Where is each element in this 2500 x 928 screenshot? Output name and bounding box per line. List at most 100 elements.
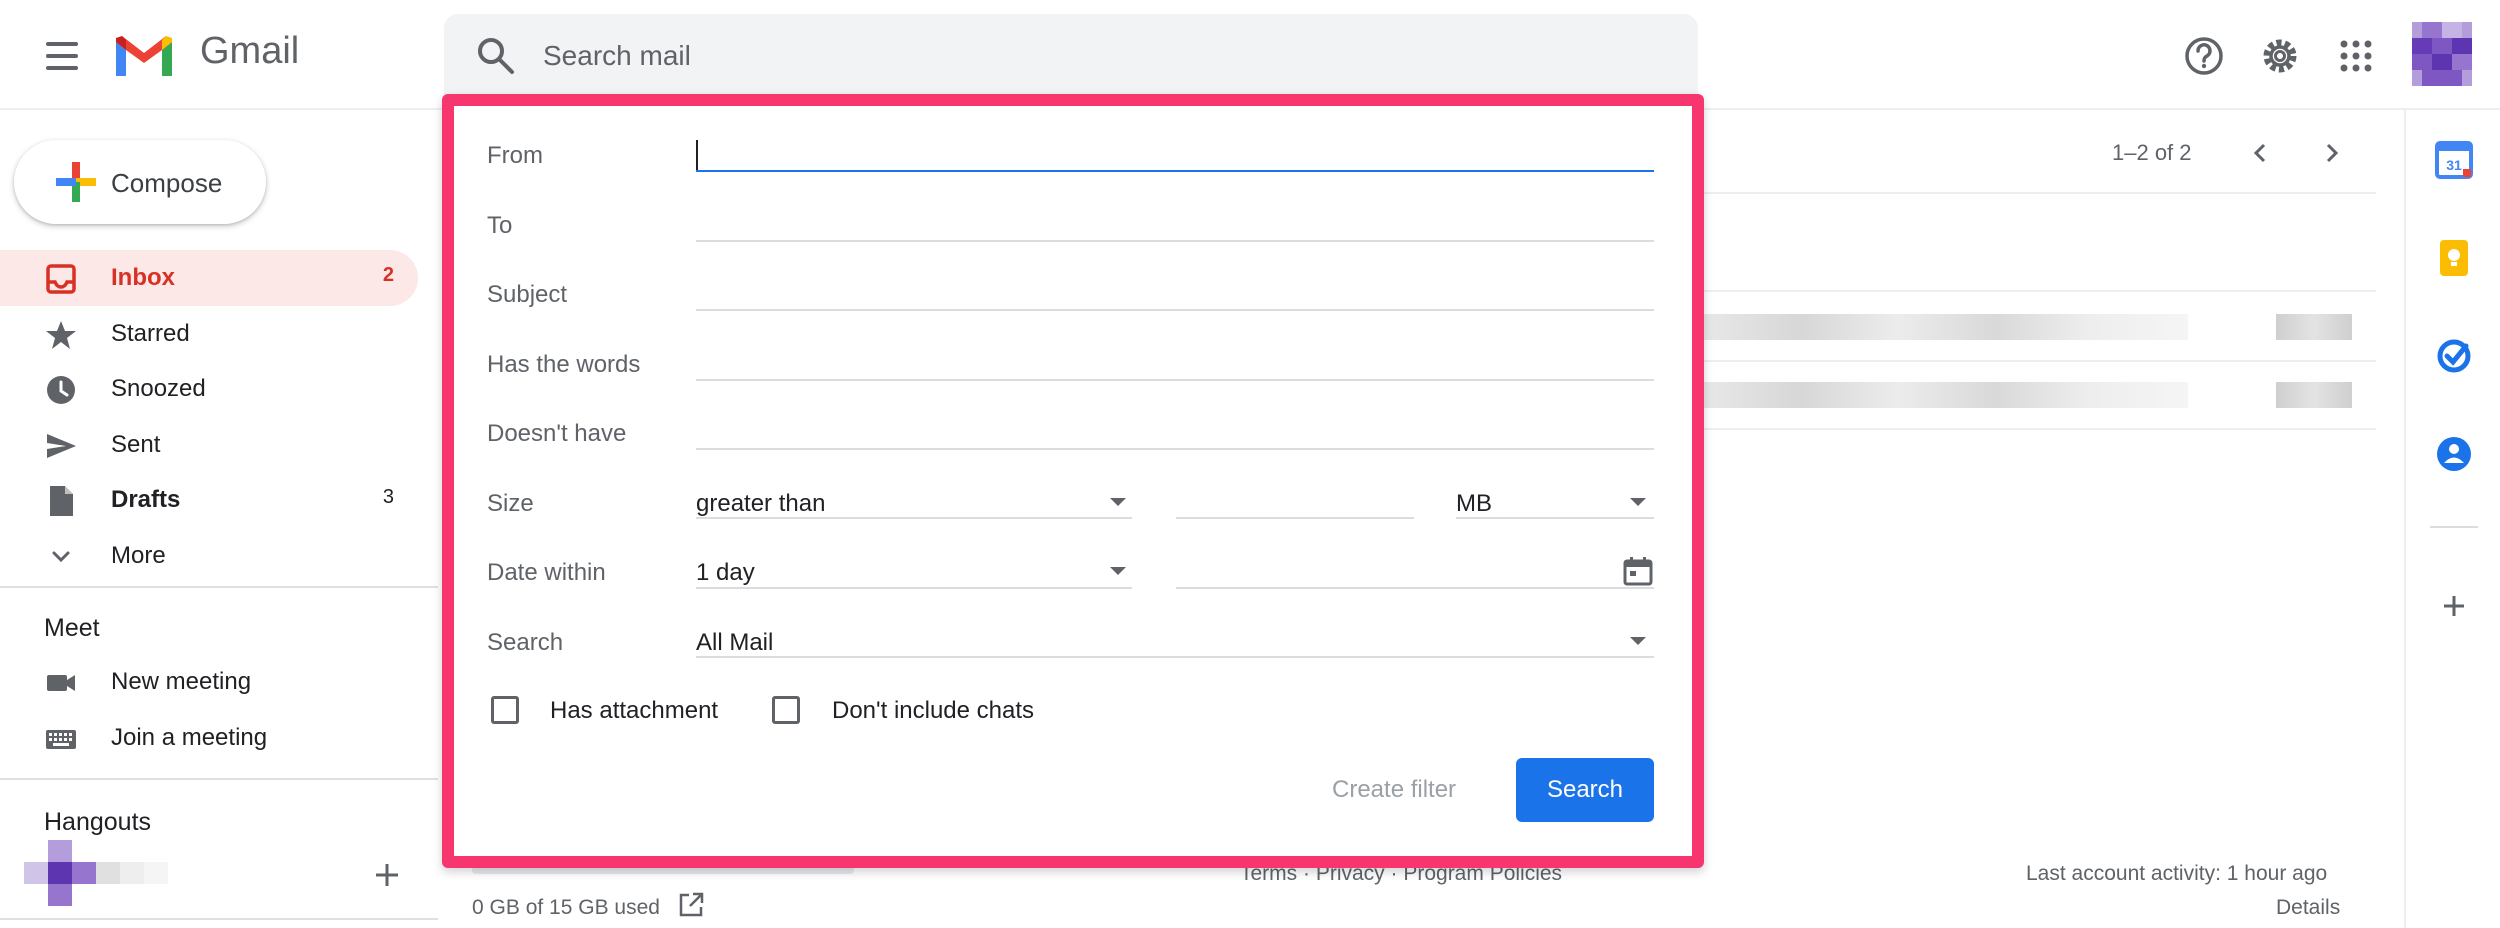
size-value-field[interactable] [1176, 517, 1414, 519]
new-meeting-label: New meeting [111, 668, 252, 695]
list-divider [1700, 360, 2376, 362]
video-camera-icon [47, 675, 75, 691]
hangouts-avatar[interactable] [24, 840, 196, 906]
email-row[interactable] [1704, 382, 2188, 408]
subject-field[interactable] [696, 309, 1654, 311]
doesnt-have-label: Doesn't have [487, 420, 627, 447]
from-label: From [487, 142, 543, 169]
join-meeting-label: Join a meeting [111, 724, 268, 751]
main-menu-button[interactable] [38, 36, 86, 76]
chevron-left-icon[interactable] [2246, 138, 2276, 168]
compose-label: Compose [111, 168, 223, 198]
list-divider [1700, 428, 2376, 430]
search-input[interactable]: Search mail [543, 40, 691, 72]
calendar-icon[interactable] [1622, 555, 1654, 587]
sidebar-item-label: Snoozed [111, 375, 206, 402]
sidebar-item-sent[interactable]: Sent [0, 417, 418, 473]
compose-button[interactable]: Compose [14, 140, 266, 224]
side-panel-divider [2430, 526, 2478, 528]
settings-icon[interactable] [2256, 32, 2304, 80]
pagination-text: 1–2 of 2 [2112, 140, 2192, 165]
list-divider [1700, 192, 2376, 194]
keep-app-icon[interactable] [2434, 238, 2474, 278]
unread-count: 2 [382, 264, 394, 286]
sidebar-divider [0, 918, 438, 920]
doesnt-have-field[interactable] [696, 448, 1654, 450]
sidebar-item-snoozed[interactable]: Snoozed [0, 361, 418, 417]
size-label: Size [487, 490, 534, 517]
size-unit-underline [1456, 517, 1654, 519]
sidebar-item-more[interactable]: More [0, 528, 418, 584]
sidebar-item-label: Inbox [111, 264, 175, 291]
dont-include-chats-checkbox[interactable] [772, 696, 800, 724]
calendar-app-icon[interactable]: 31 [2434, 140, 2474, 180]
dropdown-arrow-icon[interactable] [1110, 567, 1126, 575]
side-panel [2404, 110, 2500, 928]
add-icon[interactable] [372, 860, 402, 890]
app-name: Gmail [200, 30, 300, 72]
to-label: To [487, 212, 513, 239]
add-icon[interactable] [2434, 586, 2474, 626]
date-within-label: Date within [487, 559, 606, 586]
new-meeting-item[interactable]: New meeting [0, 654, 418, 710]
search-in-label: Search [487, 629, 564, 656]
dropdown-arrow-icon[interactable] [1630, 637, 1646, 645]
dropdown-arrow-icon[interactable] [1110, 498, 1126, 506]
chevron-right-icon[interactable] [2316, 138, 2346, 168]
has-words-field[interactable] [696, 379, 1654, 381]
meet-section-title: Meet [44, 614, 100, 642]
send-icon [47, 434, 76, 458]
date-field[interactable] [1176, 587, 1654, 589]
inbox-icon [46, 264, 76, 294]
from-field[interactable] [696, 170, 1654, 172]
keyboard-icon [46, 730, 76, 749]
create-filter-button[interactable]: Create filter [1332, 776, 1456, 804]
sidebar-divider [0, 586, 438, 588]
plus-icon [56, 162, 96, 202]
gmail-logo-icon[interactable] [112, 32, 176, 80]
apps-icon[interactable] [2332, 32, 2380, 80]
subject-label: Subject [487, 281, 568, 308]
sidebar-item-label: Sent [111, 431, 161, 458]
help-icon[interactable] [2180, 32, 2228, 80]
sidebar-item-drafts[interactable]: Drafts 3 [0, 472, 418, 528]
join-meeting-item[interactable]: Join a meeting [0, 710, 418, 766]
size-operator-underline [696, 517, 1132, 519]
list-divider [1700, 290, 2376, 292]
date-within-underline [696, 587, 1132, 589]
tasks-app-icon[interactable] [2434, 336, 2474, 376]
star-icon [46, 321, 76, 349]
date-within-select[interactable]: 1 day [696, 559, 755, 587]
size-operator-select[interactable]: greater than [696, 490, 825, 518]
sidebar-item-label: More [111, 542, 166, 569]
sidebar-item-starred[interactable]: Starred [0, 306, 418, 362]
has-attachment-label[interactable]: Has attachment [550, 697, 718, 725]
sidebar-item-inbox[interactable]: Inbox 2 [0, 250, 418, 306]
account-avatar[interactable] [2412, 22, 2472, 86]
dropdown-arrow-icon[interactable] [1630, 498, 1646, 506]
details-link[interactable]: Details [2276, 896, 2340, 920]
search-button[interactable]: Search [1516, 758, 1654, 822]
email-date [2276, 382, 2352, 408]
draft-count: 3 [382, 486, 394, 508]
search-icon[interactable] [474, 34, 518, 78]
email-row[interactable] [1704, 314, 2188, 340]
svg-text:31: 31 [2446, 157, 2462, 173]
draft-icon [50, 486, 73, 516]
search-in-underline [696, 656, 1654, 658]
contacts-app-icon[interactable] [2434, 434, 2474, 474]
has-words-label: Has the words [487, 351, 641, 378]
external-link-icon[interactable] [676, 890, 706, 920]
to-field[interactable] [696, 240, 1654, 242]
has-attachment-checkbox[interactable] [491, 696, 519, 724]
search-in-select[interactable]: All Mail [696, 629, 773, 657]
storage-usage: 0 GB of 15 GB used [472, 896, 660, 919]
sidebar-item-label: Drafts [111, 486, 181, 513]
dont-include-chats-label[interactable]: Don't include chats [832, 697, 1034, 725]
sidebar-item-label: Starred [111, 320, 190, 347]
email-date [2276, 314, 2352, 340]
size-unit-select[interactable]: MB [1456, 490, 1492, 518]
text-caret [696, 140, 698, 170]
chevron-down-icon [52, 551, 70, 563]
hangouts-section-title: Hangouts [44, 808, 152, 836]
